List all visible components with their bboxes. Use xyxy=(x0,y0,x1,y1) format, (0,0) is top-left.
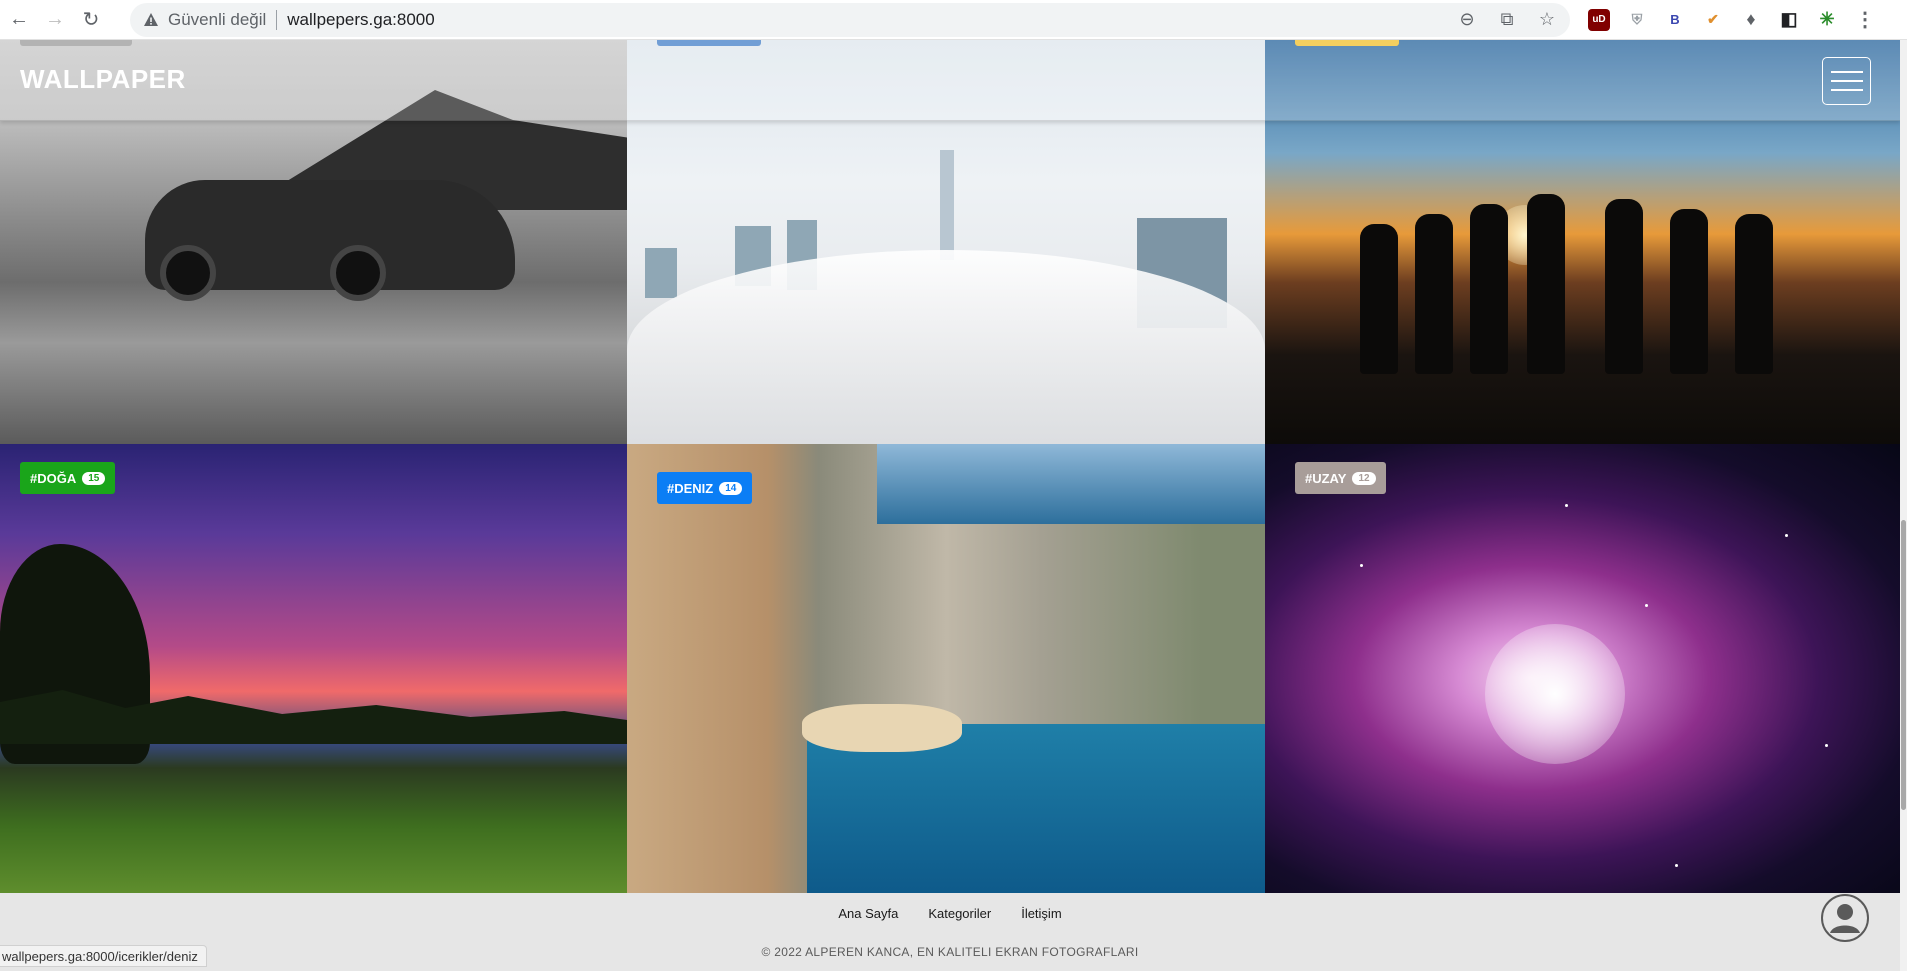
tag-uzay[interactable]: #UZAY 12 xyxy=(1295,462,1386,494)
shield-icon[interactable]: ⛨ xyxy=(1626,9,1648,31)
tile-nature[interactable]: #DOĞA 15 xyxy=(0,444,627,894)
address-bar[interactable]: Güvenli değil wallpepers.ga:8000 ⊖ ⧉ ☆ xyxy=(130,2,1570,37)
security-label[interactable]: Güvenli değil xyxy=(168,10,266,30)
share-icon[interactable]: ⧉ xyxy=(1496,9,1518,30)
site-footer: Ana Sayfa Kategoriler İletişim © 2022 AL… xyxy=(0,893,1900,971)
footer-nav: Ana Sayfa Kategoriler İletişim xyxy=(0,906,1900,921)
more-vert-icon[interactable]: ⋮ xyxy=(1854,9,1876,31)
nature-image xyxy=(0,444,627,894)
tag-label: #DENIZ xyxy=(667,480,714,496)
arrow-right-icon: → xyxy=(45,8,65,30)
browser-toolbar: ← → ↻ Güvenli değil wallpepers.ga:8000 ⊖… xyxy=(0,0,1907,40)
tag-count: 14 xyxy=(719,481,743,495)
site-navbar: WALLPAPER xyxy=(0,40,1900,121)
tile-sea[interactable]: #DENIZ 14 xyxy=(627,444,1265,894)
space-image xyxy=(1265,444,1900,894)
status-url: wallpepers.ga:8000/icerikler/deniz xyxy=(0,945,207,967)
menu-toggle-button[interactable] xyxy=(1822,57,1871,105)
forward-button[interactable]: → xyxy=(38,3,72,37)
footer-link-categories[interactable]: Kategoriler xyxy=(928,906,991,921)
tile-space[interactable]: #UZAY 12 xyxy=(1265,444,1900,894)
url-text[interactable]: wallpepers.ga:8000 xyxy=(287,10,434,30)
puzzle-icon[interactable]: ♦ xyxy=(1740,9,1762,31)
sidebar-icon[interactable]: ◧ xyxy=(1778,9,1800,31)
user-circle-icon[interactable] xyxy=(1820,893,1870,943)
warning-icon[interactable] xyxy=(142,11,160,29)
arrow-left-icon: ← xyxy=(9,8,29,30)
sea-image xyxy=(627,444,1265,894)
scrollbar[interactable] xyxy=(1900,40,1907,971)
tag-label: #UZAY xyxy=(1305,470,1347,486)
copyright: © 2022 ALPEREN KANCA, EN KALITELI EKRAN … xyxy=(761,945,1139,959)
hamburger-icon xyxy=(1830,71,1863,73)
zoom-out-icon[interactable]: ⊖ xyxy=(1456,9,1478,30)
tag-deniz[interactable]: #DENIZ 14 xyxy=(657,472,753,504)
scrollbar-thumb[interactable] xyxy=(1901,520,1906,810)
wallpaper-grid: #DOĞA 15 #DENIZ 14 #UZAY 12 xyxy=(0,40,1900,894)
footer-link-contact[interactable]: İletişim xyxy=(1021,906,1061,921)
site-brand[interactable]: WALLPAPER xyxy=(20,64,186,95)
star-icon[interactable]: ☆ xyxy=(1536,9,1558,30)
person-check-icon[interactable]: ✔ xyxy=(1702,9,1724,31)
tag-label: #DOĞA xyxy=(30,470,77,486)
tag-count: 12 xyxy=(1352,471,1376,485)
ublock-icon[interactable]: uD xyxy=(1588,8,1610,31)
back-button[interactable]: ← xyxy=(2,3,36,37)
divider xyxy=(276,9,278,30)
page: #DOĞA 15 #DENIZ 14 #UZAY 12 WALLPAPER An… xyxy=(0,40,1907,971)
footer-link-home[interactable]: Ana Sayfa xyxy=(838,906,898,921)
reload-button[interactable]: ↻ xyxy=(74,3,108,37)
reload-icon: ↻ xyxy=(82,9,100,31)
b-icon[interactable]: B xyxy=(1664,9,1686,31)
tag-doga[interactable]: #DOĞA 15 xyxy=(20,462,116,494)
green-sync-icon[interactable]: ✳ xyxy=(1816,9,1838,31)
tag-count: 15 xyxy=(82,471,106,485)
